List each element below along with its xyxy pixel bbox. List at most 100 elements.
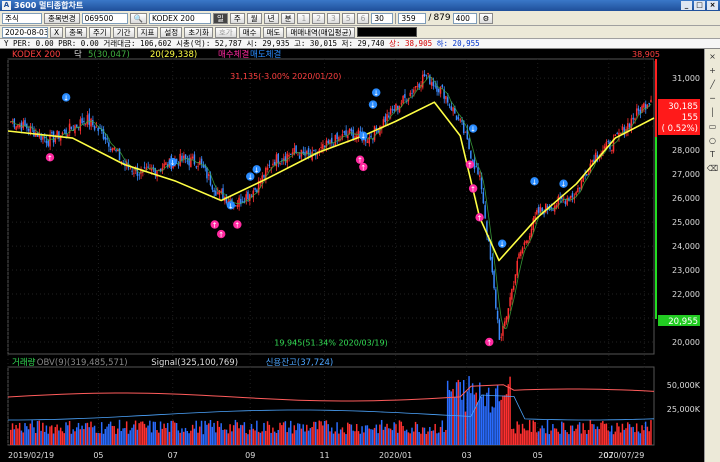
volume-bar [220, 423, 222, 445]
volume-bar [341, 427, 344, 445]
interval-button-5[interactable]: 5 [341, 12, 355, 24]
volume-bar [49, 426, 51, 445]
candle-body [398, 106, 401, 113]
buy-arrow-icon: ↑ [470, 186, 476, 194]
candle-body [179, 153, 181, 166]
interval-select[interactable]: 30 [371, 12, 394, 24]
lower-limit-label: 20,955 [668, 317, 698, 327]
obv-line [7, 384, 655, 402]
candle-body [97, 127, 99, 131]
volume-bar [232, 425, 235, 445]
crosshair-icon[interactable]: + [707, 65, 719, 77]
bar-count-input[interactable]: 359 [398, 12, 427, 24]
volume-bar [441, 420, 444, 445]
y-tick-label: 27,000 [672, 170, 700, 179]
search-icon[interactable]: 🔍 [129, 12, 147, 24]
interval-button-1[interactable]: 1 [297, 12, 311, 24]
horizontal-line-icon[interactable]: ─ [707, 93, 719, 105]
volume-bar [52, 433, 55, 445]
volume-bar [366, 425, 369, 445]
price-chart-svg[interactable]: 20,00021,00022,00023,00024,00025,00026,0… [0, 49, 704, 462]
volume-bar [190, 430, 192, 445]
candle-body [334, 135, 337, 147]
line-tool-icon[interactable]: ╱ [707, 79, 719, 91]
volume-bar [26, 426, 28, 445]
circle-icon[interactable]: ○ [707, 135, 719, 147]
volume-bar [150, 432, 153, 445]
sell-button[interactable]: 매도 [262, 26, 285, 38]
quote-checkbox[interactable]: 호가 [214, 26, 237, 38]
volume-bar [637, 431, 640, 445]
maximize-icon[interactable]: □ [694, 1, 705, 10]
settings-button[interactable]: 설정 [160, 26, 183, 38]
period-button-week[interactable]: 주 [229, 12, 245, 24]
volume-bar [470, 393, 472, 445]
buy-button[interactable]: 매수 [238, 26, 261, 38]
candle-body [79, 119, 82, 131]
candle-body [22, 121, 24, 129]
volume-bar [172, 420, 174, 445]
volume-bar [191, 424, 194, 445]
volume-bar [635, 423, 638, 445]
stock-code-input[interactable]: 069500 [81, 12, 128, 24]
period-tab-button[interactable]: 주기 [88, 26, 111, 38]
candle-body [263, 174, 265, 178]
clear-button[interactable]: X [50, 26, 64, 38]
rectangle-icon[interactable]: ▭ [707, 121, 719, 133]
volume-bar [486, 392, 488, 445]
volume-bar [632, 426, 634, 445]
vertical-line-icon[interactable]: │ [707, 107, 719, 119]
volume-bar [514, 433, 517, 445]
close-icon[interactable]: × [707, 51, 719, 63]
volume-bar [316, 429, 319, 445]
stock-tab-button[interactable]: 종목 [65, 26, 87, 38]
volume-tick-label: 50,000K [667, 381, 701, 390]
volume-bar [609, 431, 611, 445]
volume-bar [600, 422, 602, 445]
volume-bar [63, 433, 65, 445]
eraser-icon[interactable]: ⌫ [707, 163, 719, 175]
chart-area[interactable]: 20,00021,00022,00023,00024,00025,00026,0… [0, 49, 704, 462]
change-stock-button[interactable]: 종목변경 [44, 12, 80, 24]
volume-bar [234, 419, 237, 445]
text-tool-icon[interactable]: T [707, 149, 719, 161]
interval-button-6[interactable]: 6 [356, 12, 370, 24]
candle-body [186, 160, 189, 162]
volume-bar [170, 420, 172, 445]
volume-bar [569, 425, 572, 445]
period-button-year[interactable]: 년 [263, 12, 279, 24]
candle-body [441, 84, 444, 87]
date-input[interactable]: 2020-08-03 [2, 26, 48, 38]
reset-button[interactable]: 초기화 [184, 26, 213, 38]
volume-bar [54, 427, 57, 445]
candle-body [400, 103, 403, 105]
period-button-month[interactable]: 월 [246, 12, 262, 24]
interval-button-3[interactable]: 3 [327, 12, 340, 24]
trade-history-checkbox[interactable]: 매매내역(매입평균) [286, 26, 356, 38]
volume-bar [413, 431, 415, 445]
candle-body [635, 108, 638, 116]
candle-body [304, 151, 306, 156]
market-select[interactable]: 주식 [2, 12, 42, 24]
settings-icon[interactable]: ⚙ [478, 12, 494, 24]
minimize-icon[interactable]: _ [681, 1, 692, 10]
volume-bar [97, 432, 99, 445]
close-icon[interactable]: × [707, 1, 718, 10]
period-button-day[interactable]: 일 [212, 12, 228, 24]
period-button-minute[interactable]: 분 [280, 12, 296, 24]
candle-body [500, 336, 502, 338]
volume-bar [40, 430, 42, 445]
visible-count-input[interactable]: 400 [452, 12, 477, 24]
candle-body [586, 174, 588, 176]
volume-bar [111, 425, 114, 445]
candle-body [450, 106, 452, 110]
volume-bar [259, 432, 262, 445]
term-tab-button[interactable]: 기간 [112, 26, 135, 38]
indicator-tab-button[interactable]: 지표 [136, 26, 159, 38]
volume-legend-item: 거래량 [12, 357, 36, 368]
volume-bar [496, 385, 499, 445]
volume-legend-item: OBV(9)(319,485,571) [37, 358, 128, 368]
volume-bar [288, 427, 290, 445]
account-select[interactable] [357, 27, 418, 37]
interval-button-2[interactable]: 2 [312, 12, 326, 24]
